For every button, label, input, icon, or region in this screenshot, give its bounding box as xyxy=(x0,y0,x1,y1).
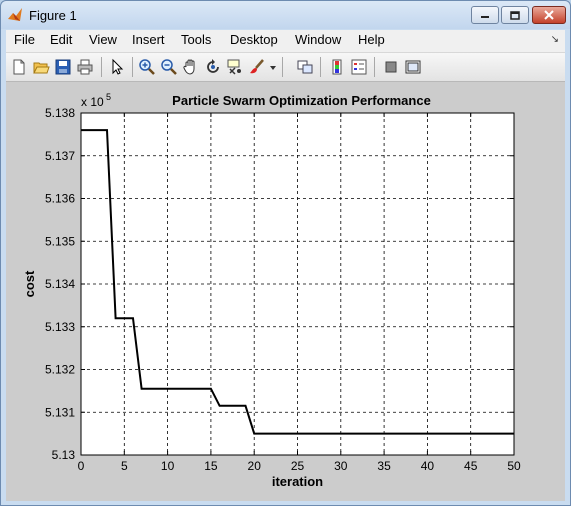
link-plot-icon xyxy=(297,60,313,74)
dock-arrow-icon[interactable]: ↘ xyxy=(551,34,559,45)
x-tick-label: 40 xyxy=(421,459,435,473)
new-figure-button[interactable] xyxy=(9,57,29,77)
y-tick-label: 5.133 xyxy=(45,320,75,334)
insert-colorbar-icon xyxy=(332,59,342,75)
y-multiplier: x 10 xyxy=(81,95,104,109)
hide-plot-tools-icon xyxy=(385,61,397,73)
brush-dropdown-button[interactable] xyxy=(268,57,278,77)
toolbar-separator xyxy=(320,57,321,77)
x-tick-label: 30 xyxy=(334,459,348,473)
x-tick-label: 45 xyxy=(464,459,478,473)
menu-bar: File Edit View Insert Tools Desktop Wind… xyxy=(6,30,565,53)
zoom-in-button[interactable] xyxy=(137,57,157,77)
save-icon xyxy=(55,59,71,75)
link-plot-button[interactable] xyxy=(295,57,315,77)
brush-icon xyxy=(250,59,264,74)
toolbar-separator xyxy=(374,57,375,77)
menu-desktop[interactable]: Desktop xyxy=(228,32,280,47)
menu-tools[interactable]: Tools xyxy=(179,32,213,47)
zoom-out-button[interactable] xyxy=(159,57,179,77)
y-tick-label: 5.13 xyxy=(52,448,76,462)
matlab-logo-icon xyxy=(8,8,22,21)
hide-plot-tools-button[interactable] xyxy=(381,57,401,77)
show-plot-tools-button[interactable] xyxy=(403,57,423,77)
menu-insert[interactable]: Insert xyxy=(130,32,167,47)
new-figure-icon xyxy=(13,59,25,75)
print-icon xyxy=(77,59,93,75)
insert-legend-button[interactable] xyxy=(349,57,369,77)
title-bar[interactable]: Figure 1 xyxy=(1,1,570,29)
menu-edit[interactable]: Edit xyxy=(48,32,74,47)
menu-view[interactable]: View xyxy=(87,32,119,47)
figure-toolbar xyxy=(6,53,565,82)
y-tick-label: 5.132 xyxy=(45,363,75,377)
minimize-button[interactable] xyxy=(471,6,499,24)
brush-button[interactable] xyxy=(247,57,267,77)
data-cursor-button[interactable] xyxy=(225,57,245,77)
figure-window: Figure 1 File Edit View Insert Tools Des… xyxy=(0,0,571,506)
close-button[interactable] xyxy=(532,6,566,24)
show-plot-tools-icon xyxy=(405,60,421,74)
y-tick-label: 5.138 xyxy=(45,106,75,120)
maximize-icon xyxy=(510,10,520,20)
data-cursor-icon xyxy=(227,59,241,75)
toolbar-separator xyxy=(132,57,133,77)
zoom-out-icon xyxy=(161,59,177,75)
figure-canvas[interactable]: 0 5 10 15 20 25 30 35 40 45 50 5.13 5.131 5.132 5.133 5… xyxy=(6,82,565,501)
y-tick-label: 5.131 xyxy=(45,405,75,419)
rotate-3d-button[interactable] xyxy=(203,57,223,77)
pan-button[interactable] xyxy=(181,57,201,77)
toolbar-separator xyxy=(282,57,283,77)
menu-window[interactable]: Window xyxy=(293,32,343,47)
pan-hand-icon xyxy=(183,59,195,75)
brush-dropdown-icon xyxy=(270,66,276,70)
x-axis-label: iteration xyxy=(272,474,323,489)
close-icon xyxy=(544,10,554,20)
x-tick-label: 35 xyxy=(377,459,391,473)
toolbar-separator xyxy=(101,57,102,77)
y-tick-label: 5.134 xyxy=(45,277,75,291)
open-file-icon xyxy=(33,62,50,74)
edit-plot-arrow-icon xyxy=(112,58,124,75)
minimize-icon xyxy=(481,16,489,18)
y-tick-label: 5.135 xyxy=(45,234,75,248)
y-axis-label: cost xyxy=(22,270,37,297)
x-tick-label: 0 xyxy=(78,459,85,473)
menu-file[interactable]: File xyxy=(12,32,37,47)
insert-legend-icon xyxy=(351,59,367,75)
x-tick-label: 20 xyxy=(248,459,262,473)
cost-plot: 0 5 10 15 20 25 30 35 40 45 50 5.13 5.131 5.132 5.133 5… xyxy=(22,92,521,489)
window-title: Figure 1 xyxy=(29,8,77,23)
chart-title: Particle Swarm Optimization Performance xyxy=(172,93,431,108)
y-tick-label: 5.136 xyxy=(45,192,75,206)
x-tick-label: 50 xyxy=(507,459,521,473)
x-tick-label: 25 xyxy=(291,459,305,473)
zoom-in-icon xyxy=(139,59,155,75)
open-file-button[interactable] xyxy=(31,57,51,77)
edit-plot-button[interactable] xyxy=(107,57,127,77)
x-tick-label: 10 xyxy=(161,459,175,473)
y-multiplier-exponent: 5 xyxy=(106,92,111,102)
x-tick-label: 5 xyxy=(121,459,128,473)
save-button[interactable] xyxy=(53,57,73,77)
x-tick-label: 15 xyxy=(204,459,218,473)
insert-colorbar-button[interactable] xyxy=(327,57,347,77)
maximize-button[interactable] xyxy=(501,6,529,24)
menu-help[interactable]: Help xyxy=(356,32,387,47)
y-tick-label: 5.137 xyxy=(45,149,75,163)
print-button[interactable] xyxy=(75,57,95,77)
rotate-3d-icon xyxy=(207,59,219,73)
